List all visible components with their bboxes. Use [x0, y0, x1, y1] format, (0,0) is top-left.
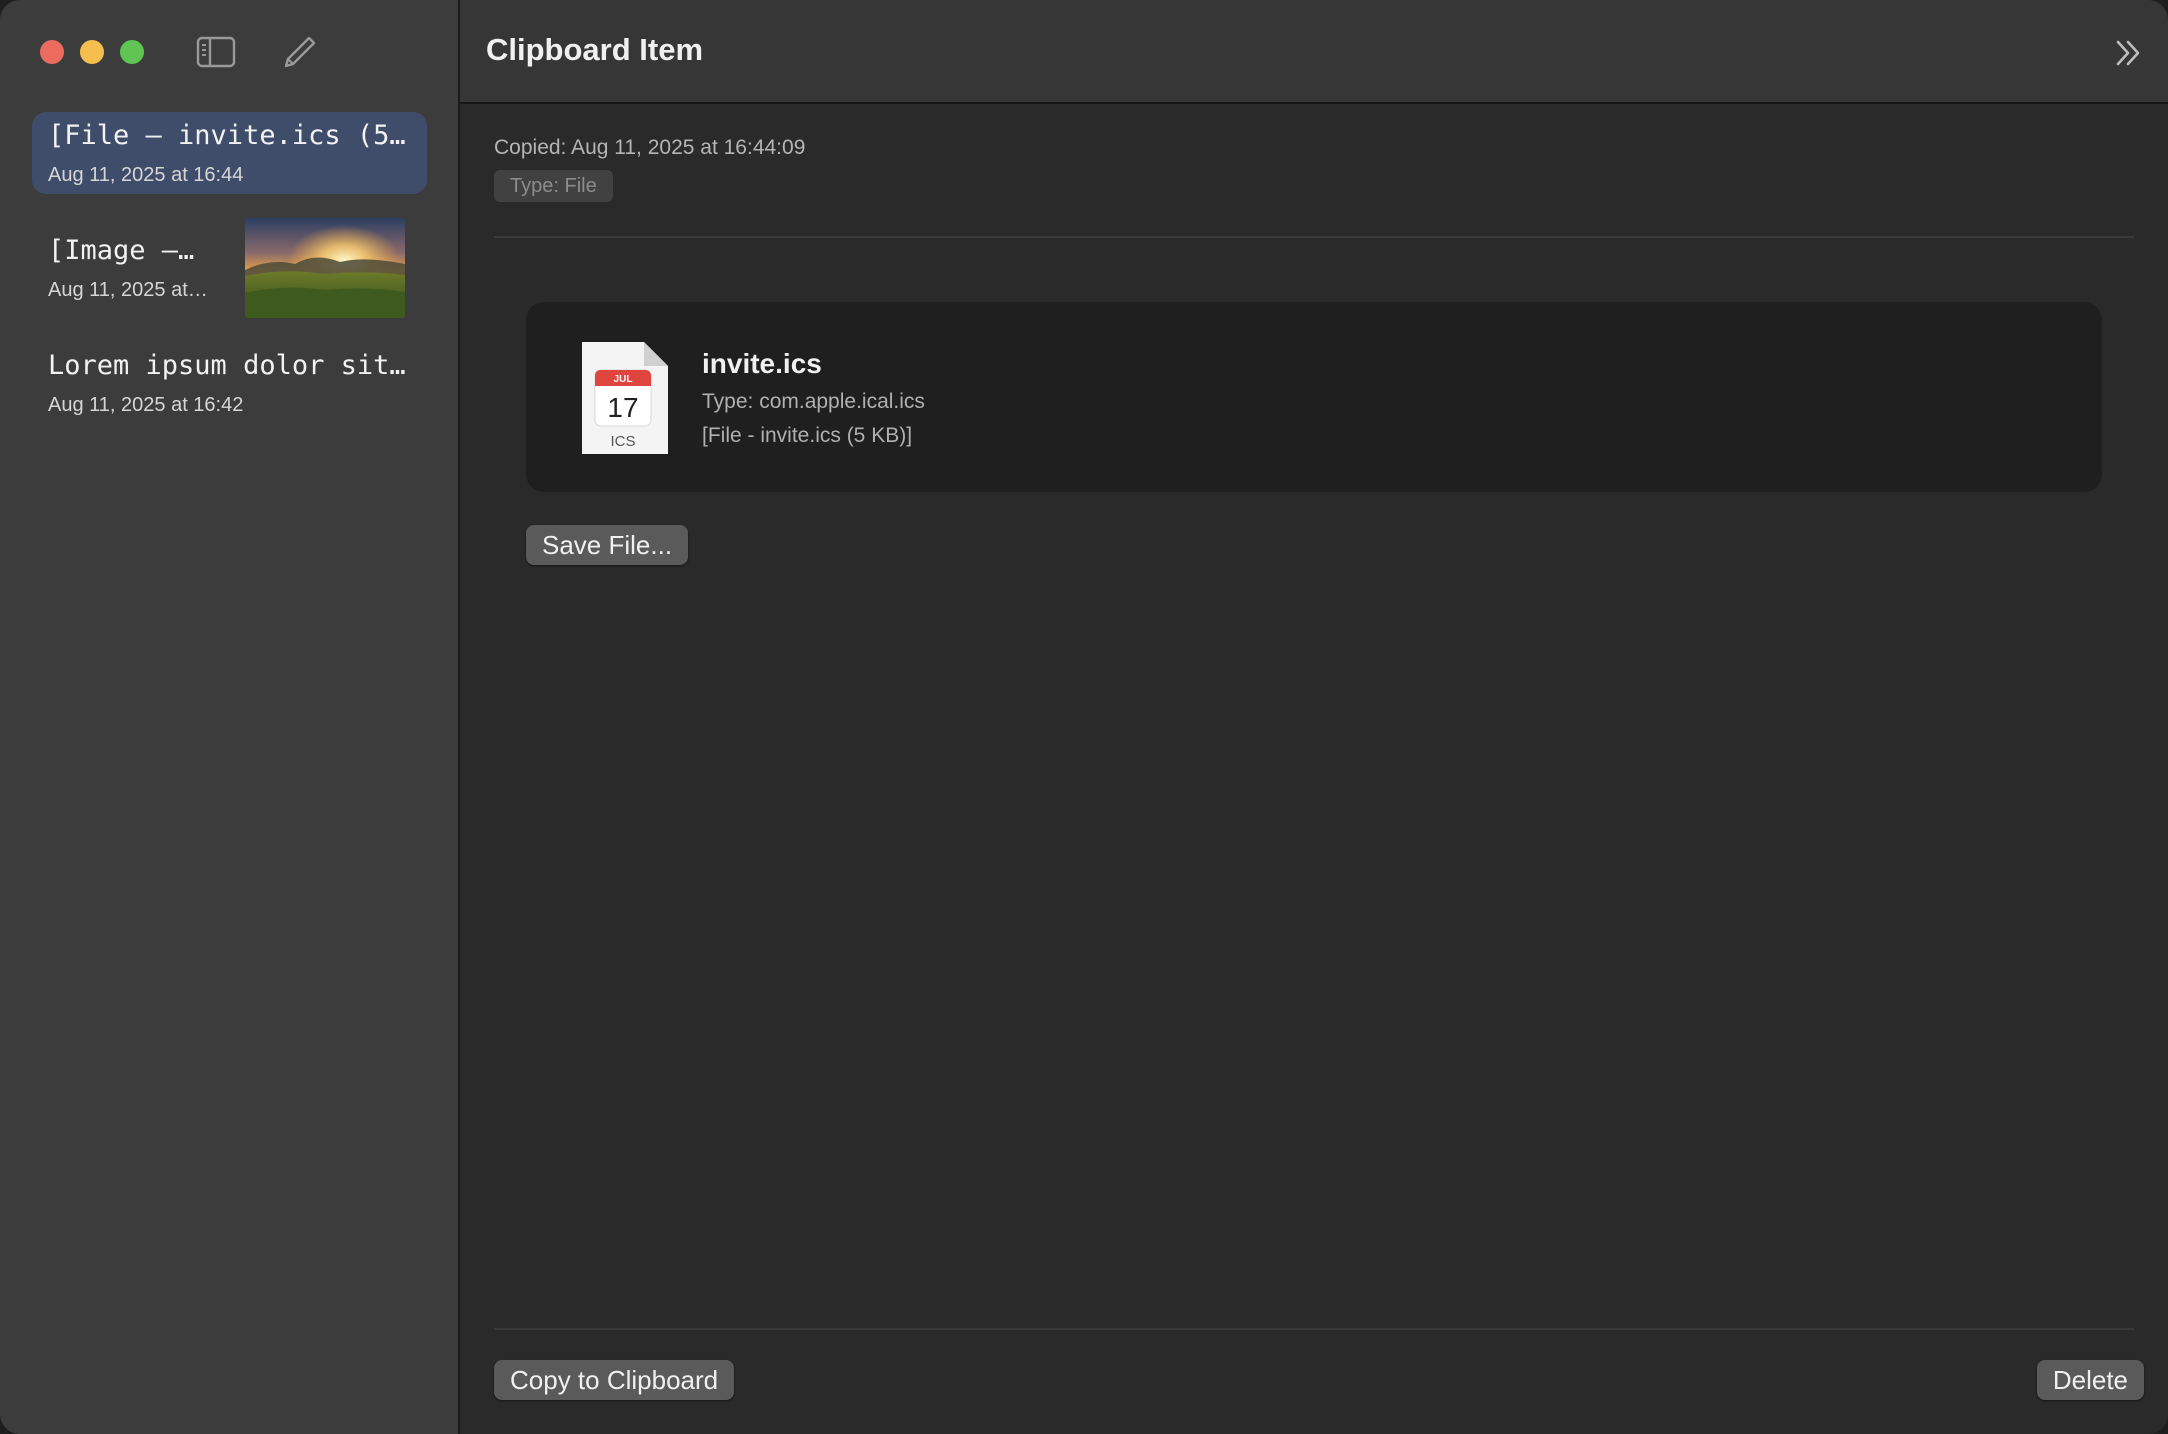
pencil-icon[interactable] [280, 34, 320, 70]
delete-button[interactable]: Delete [2036, 1360, 2144, 1400]
sidebar-toggle-icon[interactable] [196, 34, 236, 70]
close-window-button[interactable] [40, 40, 64, 64]
divider [494, 1328, 2134, 1330]
list-item-title: [File – invite.ics (5… [48, 120, 406, 151]
type-badge: Type: File [494, 170, 613, 202]
list-item-date: Aug 11, 2025 at 16:42 [48, 394, 244, 416]
detail-header: Clipboard Item [460, 0, 2168, 104]
image-thumbnail [245, 218, 405, 318]
app-window: [File – invite.ics (5… Aug 11, 2025 at 1… [0, 0, 2168, 1434]
save-file-button[interactable]: Save File... [526, 525, 689, 565]
divider [494, 236, 2134, 238]
calendar-month: JUL [614, 374, 633, 385]
page-title: Clipboard Item [486, 32, 704, 67]
list-item-title: Lorem ipsum dolor sit… [48, 350, 406, 381]
copied-timestamp: Copied: Aug 11, 2025 at 16:44:09 [494, 136, 806, 159]
detail-pane: Clipboard Item Copied: Aug 11, 2025 at 1… [460, 0, 2168, 1434]
sidebar: [File – invite.ics (5… Aug 11, 2025 at 1… [0, 0, 460, 1434]
clipboard-list-item[interactable]: [File – invite.ics (5… Aug 11, 2025 at 1… [32, 112, 427, 194]
minimize-window-button[interactable] [80, 40, 104, 64]
zoom-window-button[interactable] [120, 40, 144, 64]
calendar-file-icon: JUL 17 ICS [582, 342, 668, 454]
file-extension: ICS [610, 433, 635, 450]
file-preview-card: JUL 17 ICS invite.ics Type: com.apple.ic… [526, 302, 2102, 492]
chevron-double-right-icon[interactable] [2112, 36, 2146, 70]
calendar-day: 17 [607, 392, 638, 423]
file-type: Type: com.apple.ical.ics [702, 390, 925, 413]
copy-to-clipboard-button[interactable]: Copy to Clipboard [494, 1360, 735, 1400]
file-name: invite.ics [702, 348, 822, 379]
list-item-date: Aug 11, 2025 at 16:44 [48, 164, 244, 186]
list-item-title: [Image –… [48, 235, 195, 266]
list-item-date: Aug 11, 2025 at… [48, 279, 208, 301]
clipboard-list-item[interactable]: Lorem ipsum dolor sit… Aug 11, 2025 at 1… [32, 342, 427, 424]
file-description: [File - invite.ics (5 KB)] [702, 424, 913, 447]
